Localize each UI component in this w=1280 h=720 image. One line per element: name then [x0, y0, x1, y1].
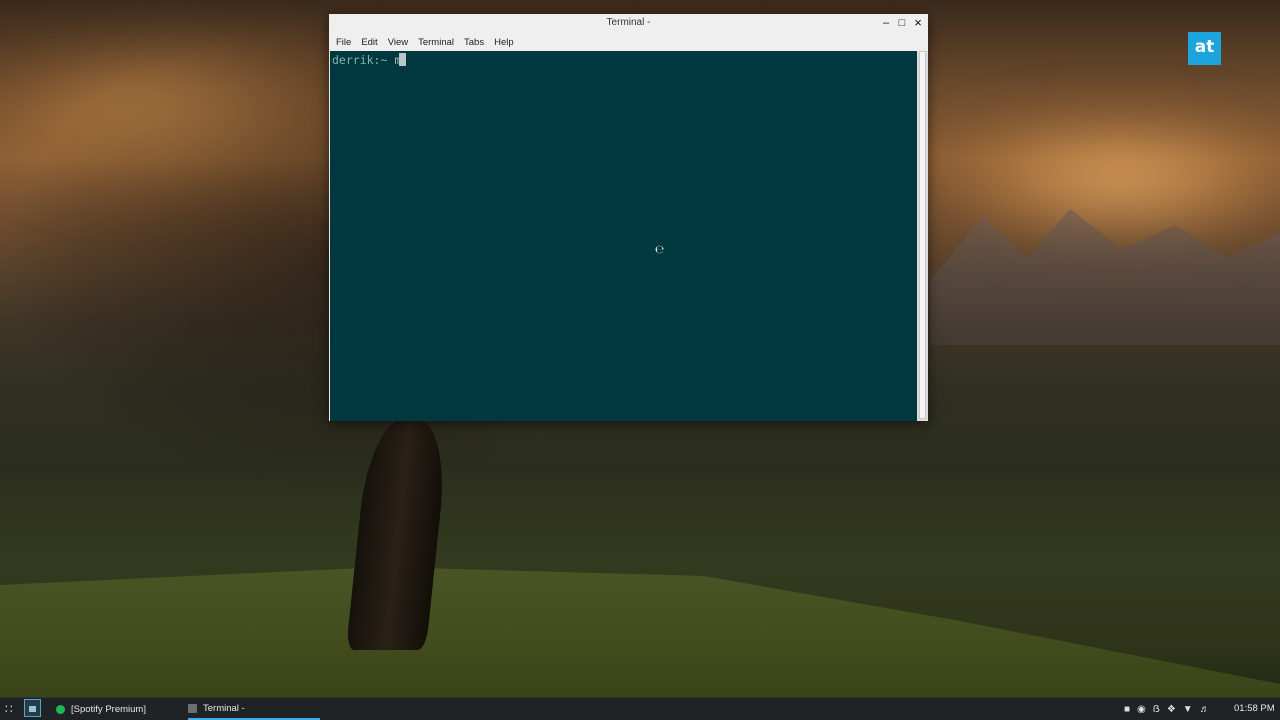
prompt-line: derrik:~ m [332, 53, 407, 67]
network-icon[interactable]: ▼ [1183, 704, 1193, 715]
wallpaper-hill-field [0, 567, 1280, 720]
virtual-desktop-pager[interactable] [24, 699, 41, 717]
text-cursor [399, 53, 407, 66]
menubar: File Edit View Terminal Tabs Help [329, 33, 928, 51]
desktop: at Terminal - – □ × File Edit View Termi… [0, 0, 1280, 720]
logo-text: at [1194, 37, 1215, 57]
pager-window-thumbnail [29, 706, 36, 712]
menu-help[interactable]: Help [494, 37, 514, 48]
taskbar: ∷ [Spotify Premium] Terminal - ■ ◉ ẞ ❖ ▼… [0, 697, 1280, 720]
volume-icon[interactable]: ♬ [1200, 704, 1210, 715]
system-tray: ■ ◉ ẞ ❖ ▼ ♬ [1124, 702, 1217, 716]
shell-prompt: derrik:~ [332, 53, 388, 67]
window-title: Terminal - [606, 17, 651, 28]
terminal-window[interactable]: Terminal - – □ × File Edit View Terminal… [329, 14, 928, 421]
dropbox-icon[interactable]: ❖ [1167, 704, 1176, 715]
minimize-icon: – [882, 17, 890, 29]
folder-icon[interactable]: ■ [1124, 704, 1130, 715]
task-spotify[interactable]: [Spotify Premium] [56, 698, 180, 720]
window-titlebar[interactable]: Terminal - – □ × [329, 14, 928, 33]
bluetooth-icon[interactable]: ẞ [1153, 704, 1160, 715]
menu-view[interactable]: View [388, 37, 408, 48]
terminal-output-area[interactable]: derrik:~ m ℮ [330, 51, 917, 421]
task-terminal[interactable]: Terminal - [188, 698, 320, 720]
menu-terminal[interactable]: Terminal [418, 37, 454, 48]
app-launcher-icon[interactable]: ∷ [5, 703, 17, 715]
task-label: Terminal - [203, 702, 245, 714]
menu-tabs[interactable]: Tabs [464, 37, 484, 48]
close-button[interactable]: × [911, 16, 925, 30]
clock[interactable]: 01:58 PM [1234, 703, 1275, 714]
spotify-icon [56, 704, 65, 714]
maximize-icon: □ [898, 17, 906, 29]
site-logo-badge: at [1188, 32, 1221, 65]
menu-edit[interactable]: Edit [361, 37, 377, 48]
ibeam-cursor-icon: ℮ [655, 243, 665, 256]
task-label: [Spotify Premium] [71, 703, 146, 715]
terminal-scrollbar[interactable] [917, 51, 928, 421]
close-icon: × [914, 15, 922, 30]
menu-file[interactable]: File [336, 37, 351, 48]
maximize-button[interactable]: □ [895, 16, 909, 30]
camera-icon[interactable]: ◉ [1137, 704, 1146, 715]
terminal-icon [188, 703, 197, 713]
minimize-button[interactable]: – [879, 16, 893, 30]
scrollbar-thumb[interactable] [919, 51, 926, 419]
